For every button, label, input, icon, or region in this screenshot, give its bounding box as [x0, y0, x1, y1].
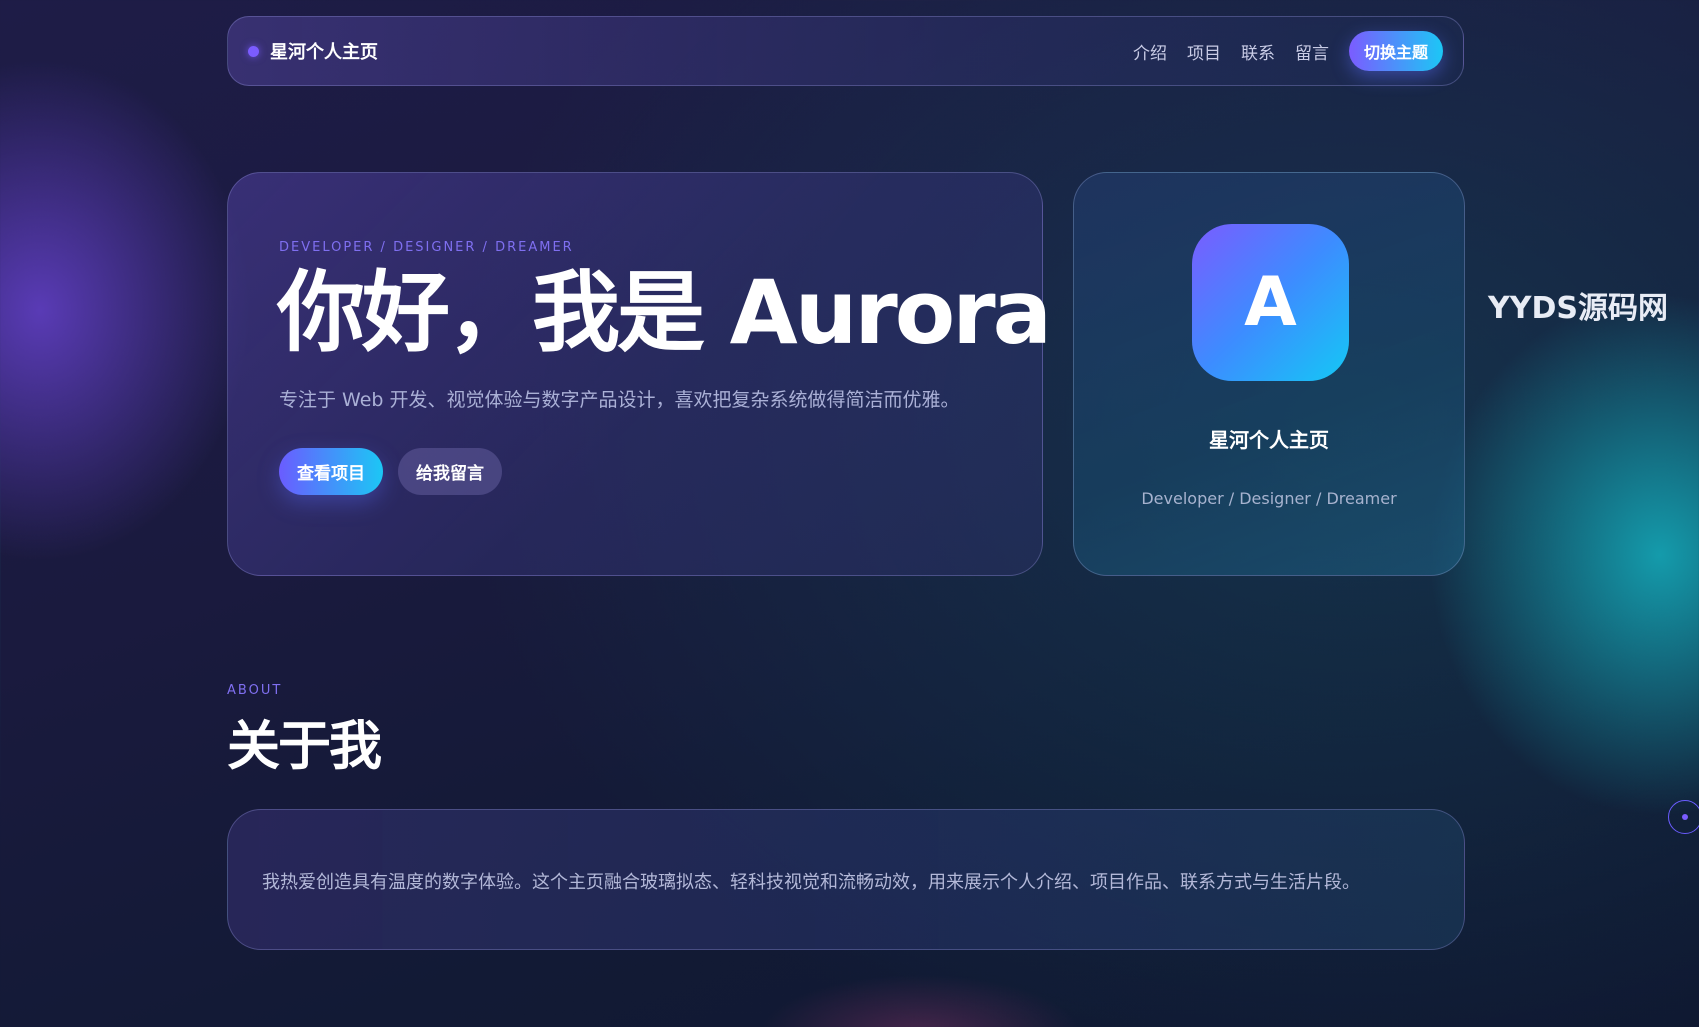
nav-link-guestbook[interactable]: 留言	[1295, 39, 1329, 64]
hero-card: DEVELOPER / DESIGNER / DREAMER 你好，我是 Aur…	[227, 172, 1052, 576]
about-eyebrow: ABOUT	[227, 683, 283, 698]
indicator-dot-icon	[1682, 814, 1688, 820]
profile-card: A 星河个人主页 Developer / Designer / Dreamer	[1073, 172, 1465, 576]
about-text: 我热爱创造具有温度的数字体验。这个主页融合玻璃拟态、轻科技视觉和流畅动效，用来展…	[262, 872, 1360, 893]
hero-title: 你好，我是 Aurora	[277, 261, 1052, 364]
nav-links: 介绍 项目 联系 留言 切换主题	[1133, 31, 1443, 71]
brand[interactable]: 星河个人主页	[248, 38, 378, 64]
leave-message-button[interactable]: 给我留言	[398, 448, 502, 495]
top-nav: 星河个人主页 介绍 项目 联系 留言 切换主题	[227, 16, 1464, 86]
profile-role: Developer / Designer / Dreamer	[1141, 489, 1397, 508]
watermark: YYDS源码网	[1488, 291, 1668, 326]
nav-link-intro[interactable]: 介绍	[1133, 39, 1167, 64]
about-card: 我热爱创造具有温度的数字体验。这个主页融合玻璃拟态、轻科技视觉和流畅动效，用来展…	[227, 809, 1465, 950]
brand-name: 星河个人主页	[270, 42, 378, 63]
nav-link-contact[interactable]: 联系	[1241, 39, 1275, 64]
nav-link-projects[interactable]: 项目	[1187, 39, 1221, 64]
about-title: 关于我	[227, 716, 382, 777]
avatar-letter: A	[1244, 263, 1297, 342]
toggle-theme-button[interactable]: 切换主题	[1348, 31, 1443, 71]
scroll-indicator-icon[interactable]	[1668, 800, 1699, 834]
hero-actions: 查看项目 给我留言	[279, 448, 502, 495]
profile-name: 星河个人主页	[1209, 428, 1329, 452]
hero-subtitle: 专注于 Web 开发、视觉体验与数字产品设计，喜欢把复杂系统做得简洁而优雅。	[279, 389, 960, 411]
avatar: A	[1192, 224, 1349, 381]
brand-dot-icon	[248, 45, 259, 57]
view-projects-button[interactable]: 查看项目	[279, 448, 383, 495]
hero-eyebrow: DEVELOPER / DESIGNER / DREAMER	[279, 240, 574, 255]
